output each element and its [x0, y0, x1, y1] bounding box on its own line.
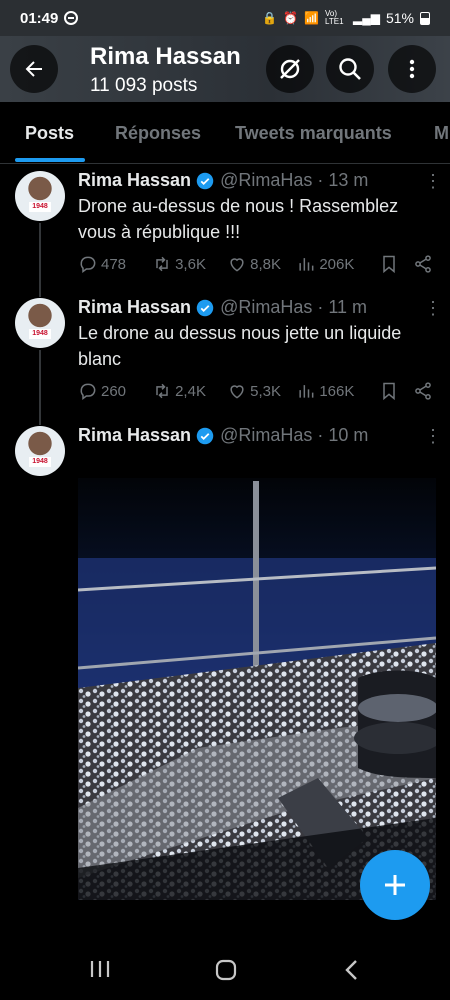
tab-posts[interactable]: Posts	[25, 123, 74, 144]
verified-badge-icon	[196, 427, 214, 444]
views-button[interactable]: 166K	[296, 381, 379, 401]
bookmark-icon	[383, 255, 396, 274]
avatar-badge-text: 1948	[29, 457, 51, 467]
avatar-badge-text: 1948	[29, 202, 51, 212]
heart-icon	[230, 258, 244, 272]
dnd-icon	[64, 11, 79, 25]
views-count: 166K	[319, 382, 355, 400]
tab-replies[interactable]: Réponses	[115, 123, 201, 144]
like-button[interactable]: 5,3K	[227, 381, 296, 401]
bookmark-button[interactable]	[379, 254, 405, 274]
more-button[interactable]	[388, 45, 436, 93]
home-icon	[215, 959, 237, 981]
author-name[interactable]: Rima Hassan	[78, 425, 191, 446]
lock-icon: 🔒	[262, 11, 278, 25]
author-handle-time: @RimaHas · 11 m	[220, 297, 368, 317]
tweet-text: Drone au-dessus de nous ! Rassemblez vou…	[78, 196, 399, 242]
heart-icon	[230, 385, 244, 399]
tweet-actions: 478 3,6K 8,8K 206K	[78, 254, 433, 274]
tweet-more-button[interactable]: ⋮	[424, 427, 442, 445]
post-count: 11 093 posts	[90, 75, 198, 96]
tweet-more-button[interactable]: ⋮	[424, 299, 442, 317]
recent-apps-button[interactable]	[88, 958, 112, 985]
reply-icon	[80, 383, 96, 400]
like-count: 8,8K	[250, 255, 282, 273]
thread-line	[39, 350, 41, 425]
verified-badge-icon	[196, 172, 214, 189]
tweet-header: Rima Hassan @RimaHas · 10 m	[78, 425, 368, 446]
tweet-actions: 260 2,4K 5,3K 166K	[78, 381, 433, 401]
grok-icon	[280, 59, 300, 79]
author-name[interactable]: Rima Hassan	[78, 297, 191, 318]
tweet-media-video[interactable]	[78, 478, 436, 900]
profile-tabs: Posts Réponses Tweets marquants M	[0, 102, 450, 164]
retweet-button[interactable]: 3,6K	[152, 254, 227, 274]
plus-icon	[385, 875, 405, 895]
network-label: Vo) LTE1	[325, 9, 344, 26]
verified-badge-icon	[196, 299, 214, 316]
more-vertical-icon	[409, 59, 415, 79]
author-handle-time: @RimaHas · 10 m	[220, 425, 369, 445]
avatar[interactable]: 1948	[15, 298, 65, 348]
views-icon	[299, 258, 314, 271]
tweet-header: Rima Hassan @RimaHas · 11 m	[78, 297, 367, 318]
like-button[interactable]: 8,8K	[227, 254, 296, 274]
share-icon	[415, 382, 431, 400]
retweet-icon	[156, 383, 168, 399]
retweet-count: 2,4K	[175, 382, 206, 400]
profile-header: Rima Hassan 11 093 posts	[0, 36, 450, 102]
bookmark-icon	[383, 382, 396, 401]
back-button[interactable]	[10, 45, 58, 93]
signal-icon: ▂▄▆	[353, 11, 380, 25]
home-button[interactable]	[214, 958, 238, 987]
reply-count: 478	[101, 255, 127, 273]
tweet-text: Le drone au dessus nous jette un liquide…	[78, 323, 402, 369]
author-name[interactable]: Rima Hassan	[78, 170, 191, 191]
compose-tweet-button[interactable]	[360, 850, 430, 920]
author-handle-time: @RimaHas · 13 m	[220, 170, 369, 190]
reply-button[interactable]: 478	[78, 254, 152, 274]
reply-icon	[80, 256, 96, 273]
avatar[interactable]: 1948	[15, 426, 65, 476]
views-icon	[299, 385, 314, 398]
recent-apps-icon	[90, 961, 110, 977]
share-button[interactable]	[413, 254, 433, 274]
wifi-icon: 📶	[304, 11, 319, 25]
avatar[interactable]: 1948	[15, 171, 65, 221]
share-button[interactable]	[413, 381, 433, 401]
tweet-more-button[interactable]: ⋮	[424, 172, 442, 190]
thread-line	[39, 223, 41, 297]
grok-button[interactable]	[266, 45, 314, 93]
reply-count: 260	[101, 382, 127, 400]
tab-media[interactable]: M	[434, 123, 449, 144]
search-icon	[339, 58, 361, 80]
boat-deck-image	[78, 478, 436, 900]
views-count: 206K	[319, 255, 355, 273]
retweet-button[interactable]: 2,4K	[152, 381, 227, 401]
battery-icon	[420, 11, 430, 25]
status-bar: 01:49 🔒 ⏰ 📶 Vo) LTE1 ▂▄▆ 51%	[0, 0, 450, 36]
chevron-left-icon	[345, 960, 357, 980]
bookmark-button[interactable]	[379, 381, 405, 401]
tab-active-indicator	[15, 158, 85, 162]
battery-percent: 51%	[385, 10, 414, 26]
views-button[interactable]: 206K	[296, 254, 379, 274]
retweet-count: 3,6K	[175, 255, 206, 273]
page-title: Rima Hassan	[90, 43, 241, 70]
reply-button[interactable]: 260	[78, 381, 152, 401]
status-indicators: 🔒 ⏰ 📶 Vo) LTE1 ▂▄▆ 51%	[262, 10, 430, 26]
status-time: 01:49	[20, 9, 59, 27]
retweet-icon	[156, 256, 168, 272]
system-nav-bar	[0, 940, 450, 1000]
back-nav-button[interactable]	[342, 958, 362, 987]
alarm-icon: ⏰	[283, 11, 299, 25]
tab-highlights[interactable]: Tweets marquants	[235, 123, 392, 144]
arrow-left-icon	[25, 61, 42, 77]
share-icon	[415, 255, 431, 273]
avatar-badge-text: 1948	[29, 329, 51, 339]
search-button[interactable]	[326, 45, 374, 93]
tweet-header: Rima Hassan @RimaHas · 13 m	[78, 170, 368, 191]
like-count: 5,3K	[250, 382, 282, 400]
